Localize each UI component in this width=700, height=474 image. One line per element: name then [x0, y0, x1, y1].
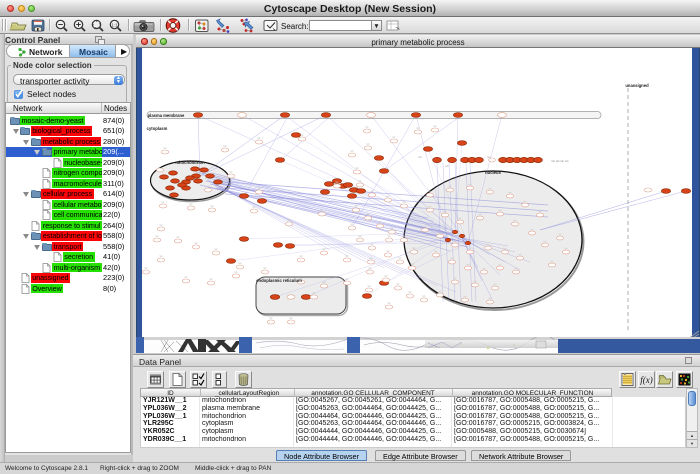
svg-text:lab: lab: [184, 277, 188, 279]
svg-text:plasma membrane: plasma membrane: [148, 113, 185, 118]
svg-text:lab: lab: [398, 258, 402, 260]
svg-text:lab: lab: [392, 137, 396, 139]
svg-text:lab: lab: [402, 202, 406, 204]
svg-text:lab: lab: [408, 292, 412, 294]
svg-text:lab: lab: [387, 236, 391, 238]
svg-text:unassigned: unassigned: [625, 83, 649, 88]
svg-text:lab: lab: [367, 286, 371, 288]
svg-text:lab: lab: [370, 244, 374, 246]
svg-text:lab: lab: [234, 272, 238, 274]
svg-text:lab: lab: [345, 279, 349, 281]
svg-text:lab: lab: [300, 135, 304, 137]
svg-text:endoplasmic reticulum: endoplasmic reticulum: [256, 278, 302, 283]
svg-text:lab: lab: [365, 127, 369, 129]
svg-text:lab: lab: [433, 126, 437, 128]
svg-text:lab: lab: [299, 256, 303, 258]
svg-text:lab: lab: [263, 268, 267, 270]
svg-text:lab: lab: [422, 296, 426, 298]
svg-text:lab: lab: [289, 318, 293, 320]
svg-text:lab: lab: [257, 138, 261, 140]
svg-text:lab: lab: [210, 206, 214, 208]
svg-text:lab: lab: [355, 168, 359, 170]
svg-text:lab: lab: [366, 144, 370, 146]
svg-text:lab lab lab lab: lab lab lab lab: [551, 159, 569, 163]
svg-text:lab: lab: [345, 256, 349, 258]
svg-text:lab: lab: [238, 263, 242, 265]
svg-text:lab: lab: [159, 225, 163, 227]
svg-text:lab: lab: [387, 303, 391, 305]
svg-text:lab: lab: [155, 236, 159, 238]
svg-text:lab: lab: [386, 196, 390, 198]
svg-text:lab: lab: [418, 155, 422, 159]
svg-text:lab: lab: [322, 249, 326, 251]
svg-text:lab: lab: [350, 151, 354, 153]
svg-text:lab: lab: [396, 284, 400, 286]
svg-text:lab: lab: [194, 243, 198, 245]
svg-text:lab: lab: [144, 268, 148, 270]
svg-text:cytoplasm: cytoplasm: [147, 126, 168, 131]
svg-text:lab: lab: [384, 276, 388, 278]
svg-text:mitochondrion: mitochondrion: [175, 160, 205, 165]
svg-text:lab: lab: [229, 172, 233, 174]
svg-text:1:1: 1:1: [111, 23, 118, 28]
svg-text:lab: lab: [269, 318, 273, 320]
svg-text:lab: lab: [161, 202, 165, 204]
svg-text:f(x): f(x): [640, 375, 653, 385]
svg-text:lab: lab: [189, 204, 193, 206]
svg-text:lab: lab: [223, 146, 227, 148]
svg-text:lab: lab: [214, 249, 218, 251]
svg-text:lab: lab: [163, 148, 167, 150]
svg-text:lab: lab: [159, 256, 163, 258]
svg-text:lab: lab: [209, 279, 213, 281]
svg-text:lab: lab: [176, 237, 180, 239]
svg-text:lab: lab: [358, 236, 362, 238]
svg-text:nucleus: nucleus: [485, 170, 501, 175]
svg-text:lab: lab: [386, 251, 390, 253]
svg-text:lab: lab: [445, 164, 449, 168]
